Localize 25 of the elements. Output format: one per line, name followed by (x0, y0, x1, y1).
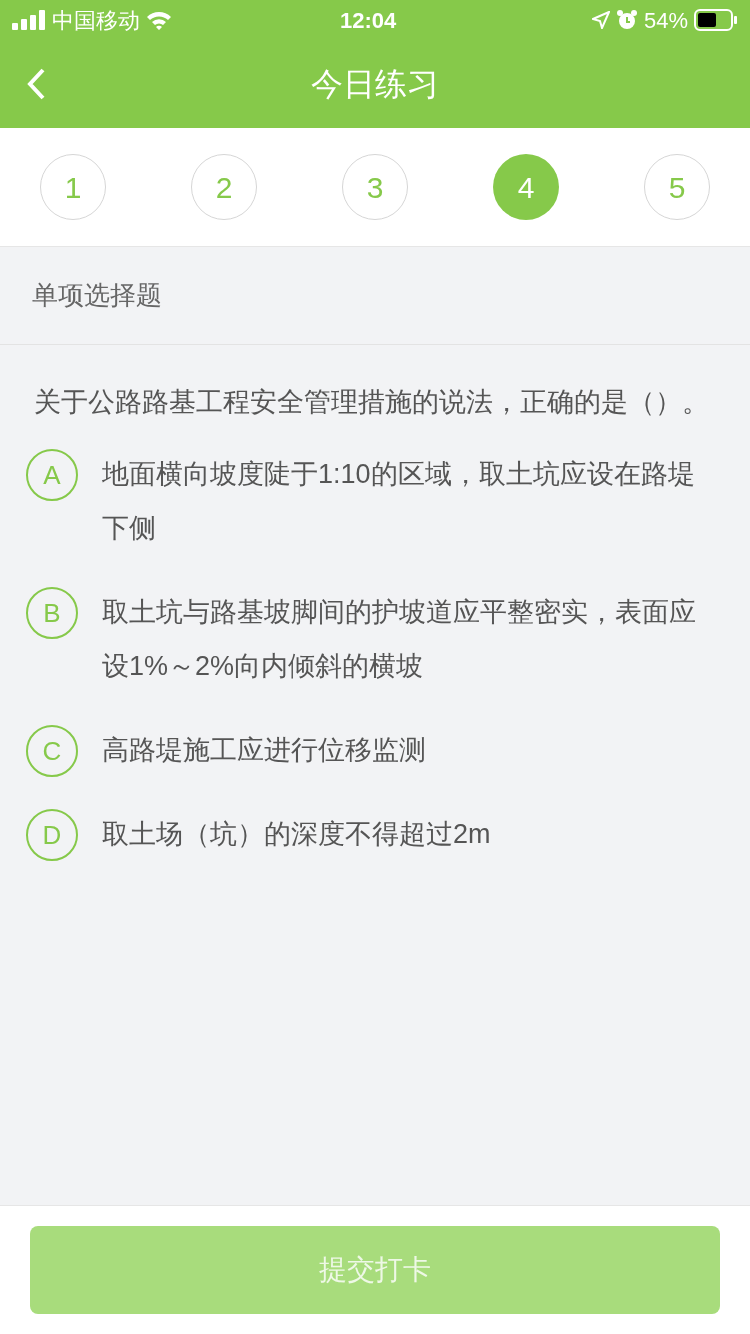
option-text: 高路堤施工应进行位移监测 (102, 734, 426, 767)
clock-time: 12:04 (340, 6, 397, 35)
chevron-left-icon (26, 67, 46, 101)
option-letter[interactable]: A (26, 449, 78, 501)
alarm-clock-icon (615, 9, 638, 31)
question-step[interactable]: 3 (342, 154, 408, 220)
location-arrow-icon (591, 11, 610, 29)
battery-icon (694, 9, 738, 31)
option-text: 取土场（坑）的深度不得超过2m (102, 818, 491, 851)
question-step[interactable]: 1 (40, 154, 106, 220)
option-letter[interactable]: C (26, 725, 78, 777)
option-letter[interactable]: D (26, 809, 78, 861)
option-text: 取土坑与路基坡脚间的护坡道应平整密实，表面应设1%～2%向内倾斜的横坡 (102, 596, 697, 683)
carrier-name: 中国移动 (52, 6, 140, 35)
wifi-icon (146, 10, 172, 30)
question-step[interactable]: 5 (644, 154, 710, 220)
question-step[interactable]: 2 (191, 154, 257, 220)
page-title: 今日练习 (311, 65, 439, 104)
signal-icon (12, 10, 46, 30)
option-text: 地面横向坡度陡于1:10的区域，取土坑应设在路堤下侧 (102, 458, 696, 545)
question-text: 关于公路路基工程安全管理措施的说法，正确的是（）。 (34, 386, 710, 419)
section-label: 单项选择题 (0, 247, 750, 345)
battery-percent: 54% (643, 6, 688, 35)
question-step[interactable]: 4 (493, 154, 559, 220)
option-letter[interactable]: B (26, 587, 78, 639)
